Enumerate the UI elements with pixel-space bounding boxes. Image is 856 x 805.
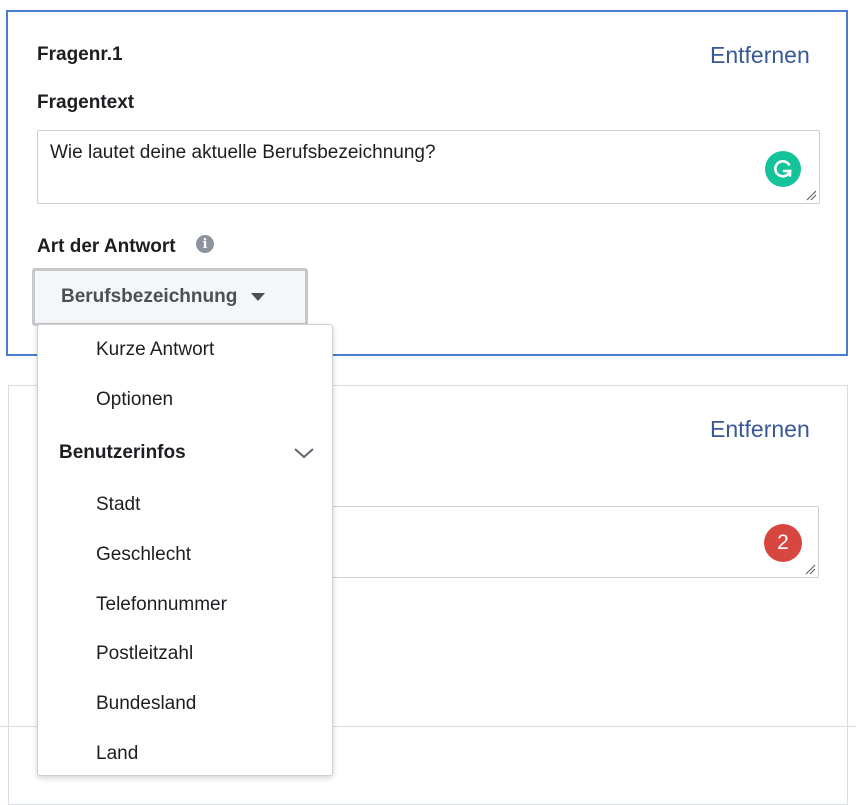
question-text-label: Fragentext	[37, 92, 135, 113]
answer-type-select[interactable]: Berufsbezeichnung	[32, 268, 308, 326]
menu-item-city[interactable]: Stadt	[96, 494, 140, 516]
menu-group-label: Benutzerinfos	[59, 442, 186, 463]
answer-type-label: Art der Antwort	[37, 236, 176, 257]
question-number: Fragenr.1	[37, 44, 123, 65]
grammarly-g-glyph	[774, 159, 792, 178]
remove-question-1-link[interactable]: Entfernen	[710, 42, 810, 69]
answer-type-dropdown: Kurze Antwort Optionen Benutzerinfos Sta…	[37, 324, 333, 776]
menu-item-state[interactable]: Bundesland	[96, 693, 196, 715]
menu-group-user-info[interactable]: Benutzerinfos	[59, 442, 315, 464]
menu-item-short-answer[interactable]: Kurze Antwort	[96, 339, 214, 361]
menu-item-options[interactable]: Optionen	[96, 389, 173, 411]
answer-type-selected: Berufsbezeichnung	[61, 286, 238, 307]
menu-item-country[interactable]: Land	[96, 743, 138, 765]
question-text-value: Wie lautet deine aktuelle Berufsbezeichn…	[50, 142, 436, 163]
caret-down-icon	[251, 293, 266, 301]
resize-grip-icon[interactable]	[804, 563, 816, 575]
menu-item-gender[interactable]: Geschlecht	[96, 544, 191, 566]
grammarly-count-badge[interactable]: 2	[764, 524, 802, 562]
question-card-1: Fragenr.1 Entfernen Fragentext Wie laute…	[6, 10, 848, 356]
info-icon[interactable]: i	[196, 235, 214, 253]
remove-question-2-link[interactable]: Entfernen	[710, 416, 810, 443]
chevron-down-icon	[294, 448, 314, 459]
question-text-field[interactable]: Wie lautet deine aktuelle Berufsbezeichn…	[37, 130, 820, 204]
menu-item-phone[interactable]: Telefonnummer	[96, 594, 227, 616]
menu-item-zip[interactable]: Postleitzahl	[96, 643, 193, 665]
grammarly-icon[interactable]	[765, 151, 801, 187]
resize-grip-icon[interactable]	[805, 189, 817, 201]
